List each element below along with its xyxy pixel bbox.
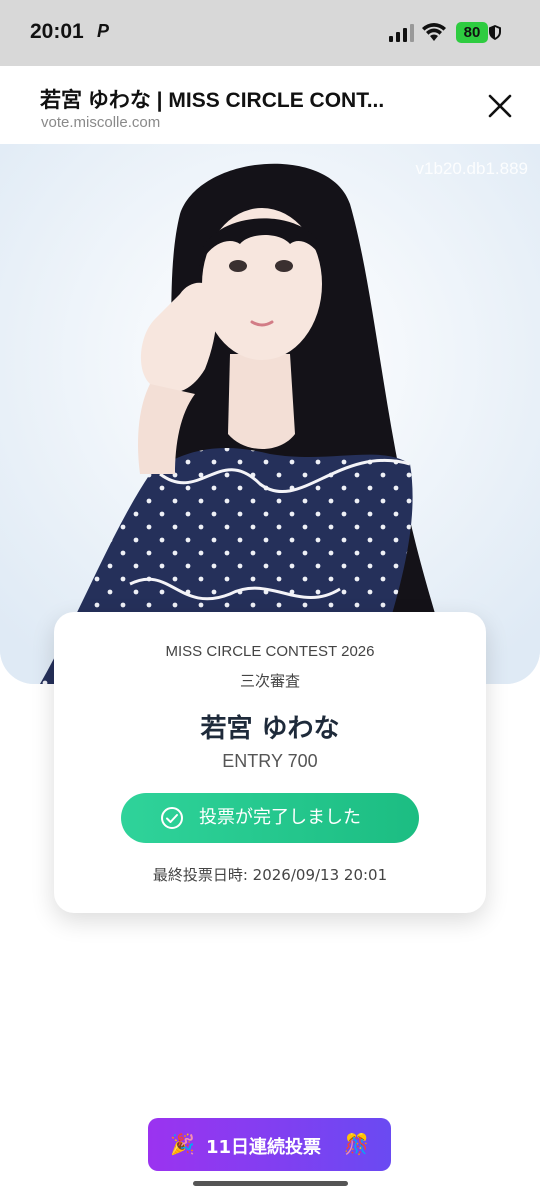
entry-number: ENTRY 700 (222, 751, 318, 771)
page-url: vote.miscolle.com (41, 114, 161, 131)
contest-name: MISS CIRCLE CONTEST 2026 (165, 643, 375, 660)
candidate-name: 若宮 ゆわな (200, 714, 340, 744)
last-vote-time: 最終投票日時: 2026/09/13 20:01 (152, 866, 388, 884)
browser-header: 若宮 ゆわな | MISS CIRCLE CONT... vote.miscol… (0, 66, 540, 144)
signal-icon (389, 24, 414, 42)
check-circle-icon (161, 807, 183, 829)
party-popper-icon: 🎉 (170, 1132, 195, 1156)
app-p-icon: P (97, 21, 110, 41)
close-icon[interactable] (482, 88, 518, 124)
streak-label: 11日連続投票 (206, 1137, 322, 1158)
vote-complete-button[interactable]: 投票が完了しました (121, 793, 419, 843)
status-time: 20:01 (30, 20, 84, 43)
confetti-icon: 🎊 (344, 1132, 369, 1156)
home-indicator (193, 1181, 348, 1186)
wifi-icon (422, 23, 446, 41)
status-bar: 20:01 P 80 (0, 0, 540, 66)
vote-complete-label: 投票が完了しました (199, 807, 361, 828)
shield-icon (489, 25, 501, 40)
vote-result-card: MISS CIRCLE CONTEST 2026 三次審査 若宮 ゆわな ENT… (54, 612, 486, 913)
page-title: 若宮 ゆわな | MISS CIRCLE CONT... (40, 89, 385, 112)
streak-vote-button[interactable]: 🎉 11日連続投票 🎊 (148, 1118, 391, 1171)
battery-level: 80 (456, 22, 488, 43)
stage-label: 三次審査 (239, 672, 300, 690)
portrait-illustration (0, 144, 540, 684)
candidate-photo: v1b20.db1.889 v1b20.db1.889 (0, 144, 540, 684)
watermark: v1b20.db1.889 (415, 159, 529, 178)
